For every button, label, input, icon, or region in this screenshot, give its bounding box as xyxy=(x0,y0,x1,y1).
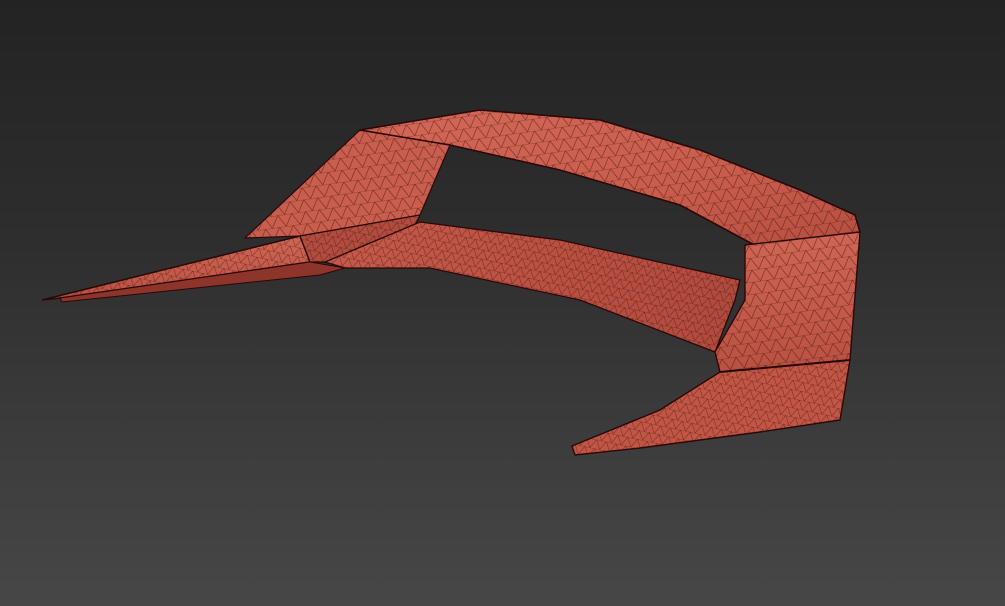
lower-wing-element xyxy=(323,221,741,353)
left-strut xyxy=(41,129,451,303)
rear-spoiler-mesh[interactable] xyxy=(0,0,1005,606)
3d-viewport[interactable] xyxy=(0,0,1005,606)
